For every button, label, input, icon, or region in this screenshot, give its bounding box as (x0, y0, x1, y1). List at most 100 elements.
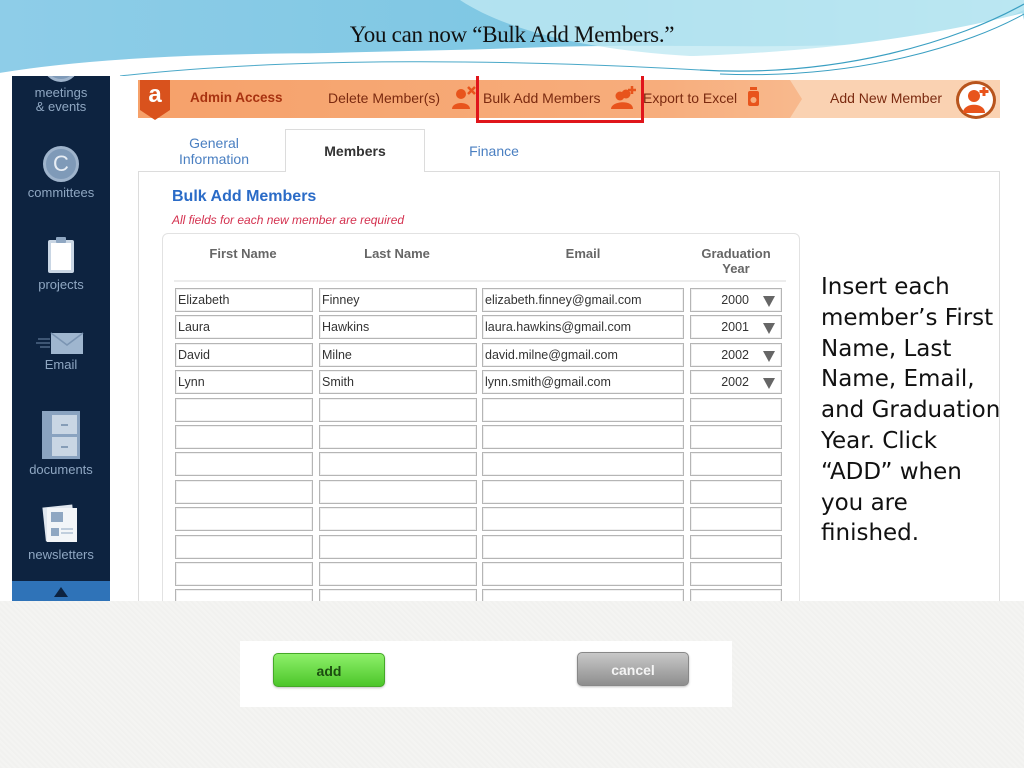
first-name-input[interactable] (175, 397, 313, 422)
delete-member-icon (452, 86, 476, 109)
last-name-input[interactable] (319, 479, 477, 504)
first-name-input[interactable]: Laura (175, 315, 313, 340)
last-name-input[interactable]: Hawkins (319, 315, 477, 340)
header-divider (174, 280, 786, 282)
graduation-year-select[interactable] (690, 507, 782, 532)
graduation-year-select[interactable] (690, 425, 782, 449)
graduation-year-select[interactable]: 2002 (690, 342, 782, 367)
dropdown-arrow-icon[interactable] (763, 323, 775, 335)
graduation-year-select[interactable] (690, 562, 782, 586)
first-name-input[interactable] (175, 507, 313, 532)
sidebar-item-label: meetings (34, 85, 88, 100)
calendar-circle-icon (43, 76, 79, 82)
last-name-input[interactable]: Smith (319, 370, 477, 395)
cell-value: lynn.smith@gmail.com (485, 375, 611, 390)
sidebar-scroll-up-button[interactable] (12, 581, 110, 601)
bulk-add-member-icon (611, 86, 636, 109)
sidebar-item-meetings[interactable]: meetings & events (12, 76, 110, 114)
cell-value: Finney (322, 293, 360, 307)
graduation-year-select[interactable]: 2002 (690, 370, 782, 395)
sidebar-item-documents[interactable]: documents (12, 411, 110, 477)
add-member-icon (963, 87, 989, 113)
add-new-member-button[interactable]: Add New Member (830, 90, 942, 106)
email-input[interactable]: laura.hawkins@gmail.com (482, 315, 684, 340)
email-input[interactable] (482, 397, 684, 422)
first-name-input[interactable]: David (175, 342, 313, 367)
first-name-input[interactable] (175, 452, 313, 477)
last-name-input[interactable] (319, 397, 477, 422)
dropdown-arrow-icon[interactable] (763, 296, 775, 307)
email-input[interactable] (482, 507, 684, 532)
sidebar: meetings & events C committees projects (12, 76, 110, 601)
first-name-input[interactable] (175, 534, 313, 559)
graduation-year-select[interactable] (690, 589, 782, 601)
sidebar-item-projects[interactable]: projects (12, 236, 110, 292)
cell-value: 2000 (721, 293, 749, 307)
export-to-excel-button[interactable]: Export to Excel (643, 90, 737, 106)
first-name-input[interactable] (175, 589, 313, 601)
tab-label: Information (178, 151, 250, 167)
email-input[interactable]: david.milne@gmail.com (482, 342, 684, 367)
column-header-first-name: First Name (209, 246, 277, 261)
last-name-input[interactable] (319, 452, 477, 477)
dropdown-arrow-icon[interactable] (763, 350, 775, 362)
sidebar-item-committees[interactable]: C committees (12, 146, 110, 200)
last-name-input[interactable] (319, 534, 477, 559)
first-name-input[interactable] (175, 562, 313, 586)
email-input[interactable] (482, 534, 684, 559)
cell-value: Smith (322, 375, 354, 390)
last-name-input[interactable] (319, 425, 477, 449)
first-name-input[interactable] (175, 479, 313, 504)
graduation-year-select[interactable] (690, 534, 782, 559)
slide-header: You can now “Bulk Add Members.” (0, 0, 1024, 80)
tab-finance[interactable]: Finance (454, 143, 534, 159)
cell-value: Hawkins (322, 320, 370, 335)
email-input[interactable]: elizabeth.finney@gmail.com (482, 288, 684, 312)
first-name-input[interactable]: Lynn (175, 370, 313, 395)
graduation-year-select[interactable]: 2001 (690, 315, 782, 340)
graduation-year-select[interactable] (690, 452, 782, 477)
delete-members-button[interactable]: Delete Member(s) (328, 90, 440, 106)
last-name-input[interactable] (319, 507, 477, 532)
add-button[interactable]: add (273, 653, 385, 687)
email-input[interactable] (482, 425, 684, 449)
graduation-year-select[interactable] (690, 397, 782, 422)
email-input[interactable] (482, 479, 684, 504)
cell-value: Laura (178, 320, 210, 335)
last-name-input[interactable]: Finney (319, 288, 477, 312)
graduation-year-select[interactable]: 2000 (690, 288, 782, 312)
last-name-input[interactable]: Milne (319, 342, 477, 367)
sidebar-item-label: & events (35, 99, 87, 114)
tab-label: General (189, 135, 239, 151)
sidebar-item-label: committees (27, 185, 95, 200)
email-input[interactable] (482, 452, 684, 477)
cell-value: Elizabeth (178, 293, 230, 307)
graduation-year-select[interactable] (690, 479, 782, 504)
last-name-input[interactable] (319, 562, 477, 586)
tab-members[interactable]: Members (285, 129, 425, 172)
admin-access-label: Admin Access (190, 90, 283, 105)
cell-value: david.milne@gmail.com (485, 347, 618, 362)
first-name-input[interactable] (175, 425, 313, 449)
sidebar-item-newsletters[interactable]: newsletters (12, 504, 110, 562)
cell-value: Lynn (178, 375, 205, 390)
tab-general-information[interactable]: General Information (172, 135, 256, 167)
cell-value: laura.hawkins@gmail.com (485, 320, 632, 335)
instruction-text: Insert each member’s First Name, Last Na… (821, 274, 1001, 547)
email-input[interactable]: lynn.smith@gmail.com (482, 370, 684, 395)
email-input[interactable] (482, 589, 684, 601)
envelope-icon (36, 332, 84, 354)
sidebar-item-label: projects (38, 277, 84, 292)
committees-icon: C (43, 146, 79, 182)
sidebar-item-email[interactable]: Email (12, 331, 110, 372)
cell-value: 2002 (721, 375, 749, 390)
dropdown-arrow-icon[interactable] (763, 378, 775, 390)
bulk-add-members-button[interactable]: Bulk Add Members (483, 90, 601, 106)
first-name-input[interactable]: Elizabeth (175, 288, 313, 312)
email-input[interactable] (482, 562, 684, 586)
add-new-member-icon-button[interactable] (956, 81, 996, 119)
required-fields-note: All fields for each new member are requi… (172, 213, 405, 227)
cancel-button[interactable]: cancel (577, 652, 689, 686)
last-name-input[interactable] (319, 589, 477, 601)
column-header-graduation-year: Graduation Year (690, 246, 782, 276)
